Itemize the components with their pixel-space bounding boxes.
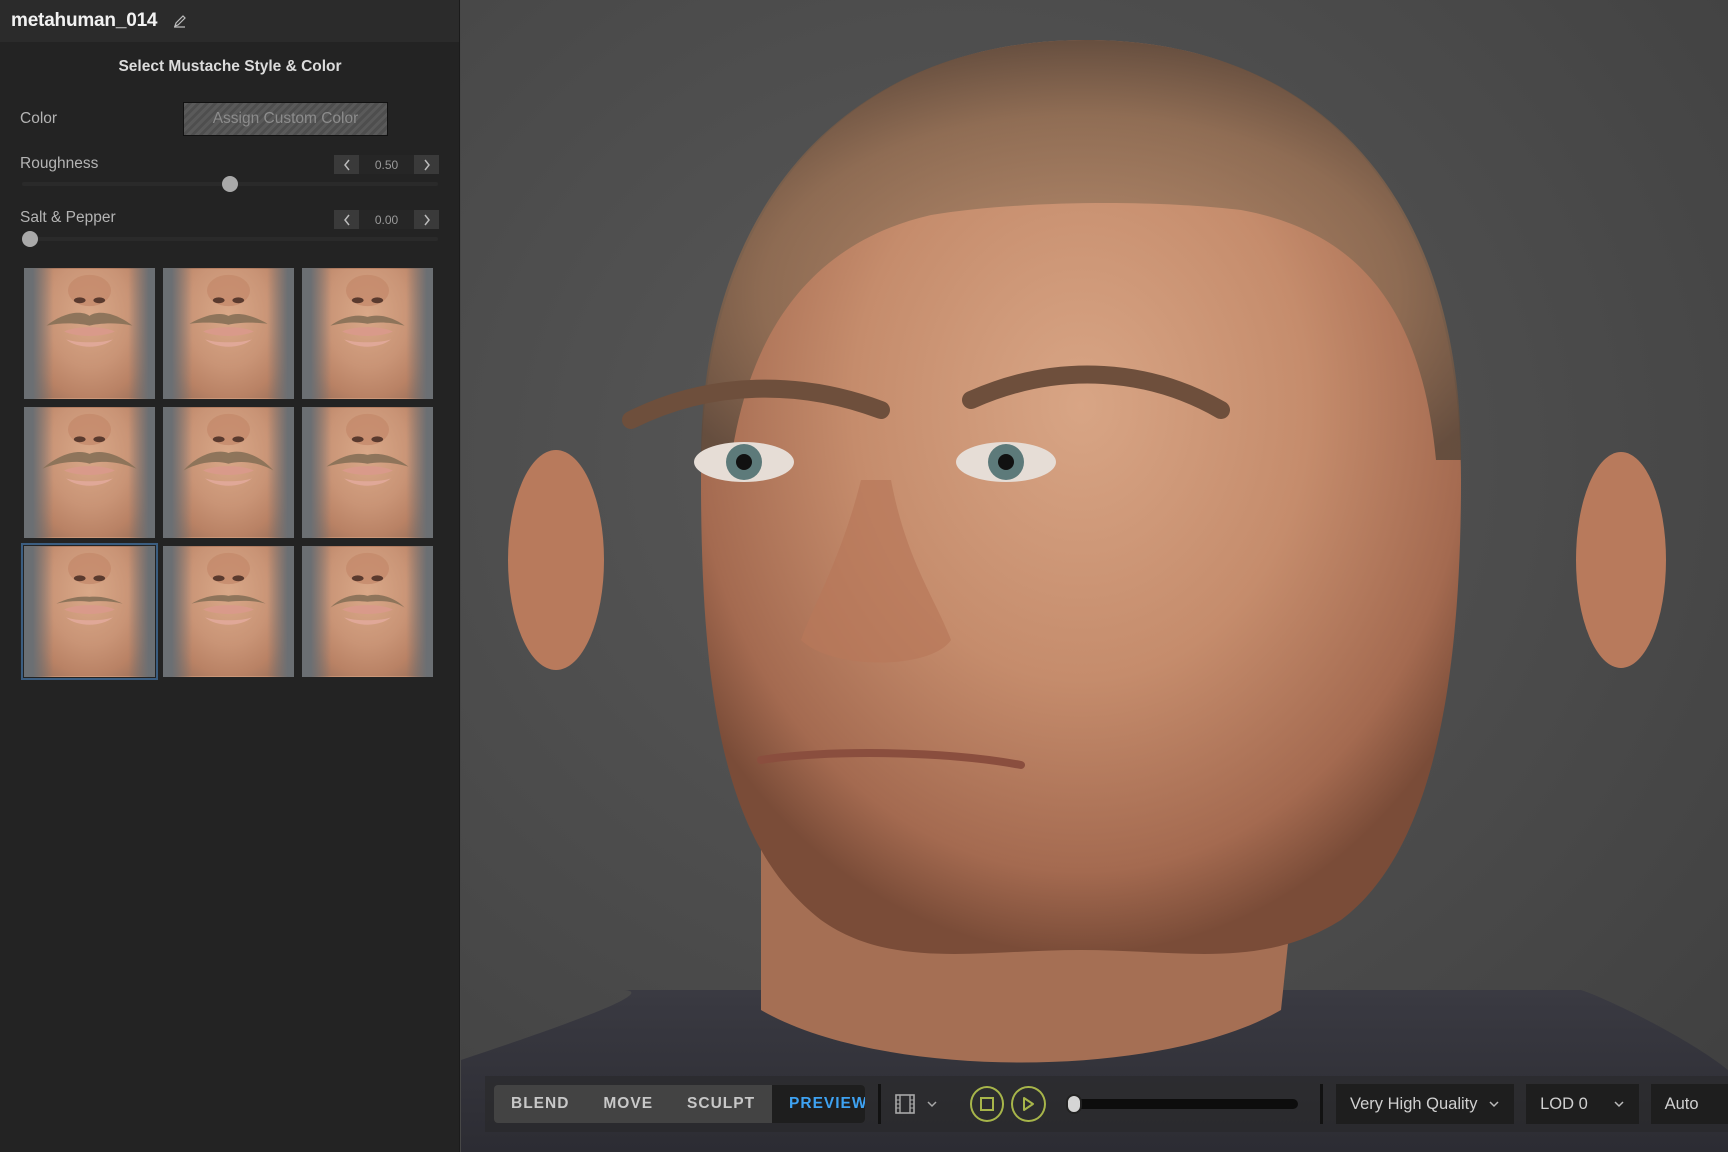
stop-icon [979,1097,994,1111]
film-strip-icon [894,1094,915,1114]
salt-pepper-slider-handle[interactable] [22,231,38,247]
sidebar-header: metahuman_014 [0,0,459,42]
roughness-stepper: 0.50 [334,155,439,174]
mode-move-button[interactable]: MOVE [586,1085,670,1123]
salt-pepper-stepper: 0.00 [334,210,439,229]
mustache-style-2-thumbnail[interactable] [163,268,294,399]
mustache-style-9-thumbnail[interactable] [302,546,433,677]
roughness-slider-handle[interactable] [222,176,238,192]
toolbar-divider [877,1084,881,1124]
mustache-preview-image [189,274,268,347]
salt-pepper-label: Salt & Pepper [20,209,116,226]
mode-blend-button[interactable]: BLEND [494,1085,586,1123]
viewport-toolbar: BLEND MOVE SCULPT PREVIEW Very High Quality… [485,1076,1728,1132]
lod-value: LOD 0 [1540,1094,1588,1113]
play-button[interactable] [1011,1086,1046,1122]
mustache-preview-image [46,274,133,347]
quality-dropdown[interactable]: Very High Quality [1336,1084,1515,1124]
mustache-preview-image [330,552,405,625]
auto-dropdown[interactable]: Auto [1650,1084,1728,1124]
section-title: Select Mustache Style & Color [118,58,342,75]
assign-custom-color-button[interactable]: Assign Custom Color [183,102,388,136]
mustache-preview-image [330,274,405,347]
auto-value: Auto [1664,1094,1699,1113]
mustache-style-1-thumbnail[interactable] [24,268,155,399]
mustache-preview-image [191,552,266,625]
lod-dropdown[interactable]: LOD 0 [1526,1084,1639,1124]
edit-pencil-icon[interactable] [173,14,187,28]
timeline-scrubber[interactable] [1065,1094,1299,1114]
chevron-right-icon [423,214,430,225]
character-render [461,40,1728,1152]
chevron-left-icon [343,159,350,170]
chevron-left-icon [343,214,350,225]
play-icon [1023,1097,1035,1111]
mustache-style-6-thumbnail[interactable] [302,407,433,538]
toolbar-divider [1320,1084,1324,1124]
mustache-preview-image [326,413,409,486]
roughness-decrement-button[interactable] [334,155,359,174]
salt-pepper-decrement-button[interactable] [334,210,359,229]
chevron-right-icon [423,159,430,170]
quality-value: Very High Quality [1350,1094,1478,1113]
salt-pepper-slider[interactable] [22,231,438,247]
camera-selector-button[interactable] [894,1093,938,1115]
roughness-value[interactable]: 0.50 [359,155,414,174]
color-label: Color [20,110,58,127]
roughness-slider[interactable] [22,176,438,192]
character-name: metahuman_014 [11,10,158,31]
mode-preview-button[interactable]: PREVIEW [772,1085,865,1123]
mustache-style-grid [21,268,436,680]
roughness-increment-button[interactable] [414,155,439,174]
roughness-label: Roughness [20,155,99,172]
mustache-preview-image [183,413,274,486]
salt-pepper-value[interactable]: 0.00 [359,210,414,229]
left-ear [508,450,604,670]
mode-switcher: BLEND MOVE SCULPT PREVIEW [494,1085,865,1123]
chevron-down-icon [1614,1101,1624,1108]
stop-button[interactable] [969,1086,1005,1122]
chevron-down-icon [1489,1101,1499,1108]
mustache-style-8-thumbnail[interactable] [163,546,294,677]
mode-sculpt-button[interactable]: SCULPT [670,1085,772,1123]
mustache-preview-image [42,413,137,486]
mustache-preview-image [56,552,123,625]
timeline-handle[interactable] [1065,1094,1082,1114]
mustache-style-3-thumbnail[interactable] [302,268,433,399]
sidebar: metahuman_014 Select Mustache Style & Co… [0,0,460,1152]
mustache-style-7-thumbnail[interactable] [21,543,158,680]
right-ear [1576,452,1666,668]
salt-pepper-increment-button[interactable] [414,210,439,229]
mustache-style-4-thumbnail[interactable] [24,407,155,538]
viewport-3d[interactable] [461,0,1728,1152]
mustache-style-5-thumbnail[interactable] [163,407,294,538]
chevron-down-icon [927,1101,937,1108]
